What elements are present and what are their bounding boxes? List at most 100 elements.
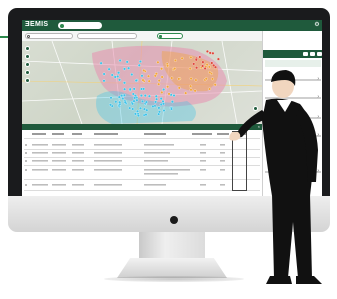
map-marker[interactable]: [131, 107, 135, 111]
map-marker[interactable]: [154, 100, 158, 104]
map-marker[interactable]: [130, 73, 134, 76]
panel-row[interactable]: [265, 79, 321, 81]
map-marker[interactable]: [123, 100, 127, 104]
map-marker[interactable]: [139, 106, 142, 110]
map-marker[interactable]: [157, 106, 161, 110]
map-marker[interactable]: [205, 49, 209, 53]
chevron-right-icon[interactable]: ›: [317, 94, 319, 100]
map-marker[interactable]: [144, 100, 148, 104]
map-marker[interactable]: [140, 74, 144, 78]
map-marker[interactable]: [147, 79, 151, 83]
chevron-right-icon[interactable]: ›: [317, 114, 319, 120]
map-marker[interactable]: [141, 99, 144, 103]
map-marker[interactable]: [177, 77, 181, 81]
map-marker[interactable]: [109, 103, 112, 107]
map-marker[interactable]: [172, 94, 176, 97]
map-marker[interactable]: [102, 72, 106, 76]
map-marker[interactable]: [107, 67, 111, 71]
map-marker[interactable]: [189, 55, 193, 59]
map-marker[interactable]: [155, 97, 159, 101]
map-marker[interactable]: [118, 100, 122, 104]
map-marker[interactable]: [132, 87, 136, 91]
map-marker[interactable]: [147, 94, 151, 98]
map-marker[interactable]: [127, 66, 131, 70]
map-marker[interactable]: [114, 100, 118, 104]
chevron-right-icon[interactable]: ›: [317, 76, 319, 82]
side-panel-subheader[interactable]: [265, 60, 321, 67]
map-marker[interactable]: [201, 60, 205, 64]
map-marker[interactable]: [198, 55, 202, 59]
layer-select[interactable]: [77, 33, 137, 39]
search-input[interactable]: [25, 33, 73, 39]
map-marker[interactable]: [162, 88, 166, 91]
map-marker[interactable]: [117, 95, 121, 99]
map-marker[interactable]: [170, 100, 174, 104]
map-marker[interactable]: [142, 68, 146, 72]
map-marker[interactable]: [151, 104, 155, 108]
panel-tool-3[interactable]: [317, 52, 322, 56]
map-marker[interactable]: [208, 70, 212, 74]
map-marker[interactable]: [166, 64, 170, 68]
map-marker[interactable]: [135, 98, 139, 102]
map-marker[interactable]: [141, 78, 145, 82]
gear-icon[interactable]: ⚙: [314, 22, 320, 28]
map-marker[interactable]: [211, 51, 215, 55]
filter-button[interactable]: [157, 33, 183, 39]
map-marker[interactable]: [216, 57, 220, 61]
top-pill-button[interactable]: [58, 22, 102, 29]
map-marker[interactable]: [160, 75, 164, 79]
map-marker[interactable]: [189, 88, 193, 92]
map-marker[interactable]: [109, 96, 113, 100]
map-marker[interactable]: [116, 74, 120, 78]
map-marker[interactable]: [157, 82, 161, 86]
map-marker[interactable]: [207, 65, 211, 69]
map-marker[interactable]: [204, 77, 208, 81]
map-marker[interactable]: [213, 83, 217, 87]
chevron-right-icon[interactable]: ›: [317, 168, 319, 174]
map-marker[interactable]: [210, 61, 214, 65]
map-tool-button-2[interactable]: [253, 115, 258, 120]
map-marker[interactable]: [184, 91, 188, 95]
map-marker[interactable]: [208, 87, 212, 91]
map-marker[interactable]: [211, 77, 214, 81]
panel-row[interactable]: [265, 117, 321, 119]
map-marker[interactable]: [128, 87, 132, 91]
map-marker[interactable]: [189, 84, 193, 88]
map-marker[interactable]: [159, 103, 163, 106]
map-marker[interactable]: [173, 67, 177, 71]
map-marker[interactable]: [131, 102, 134, 106]
map-marker[interactable]: [158, 110, 161, 114]
map-marker[interactable]: [134, 79, 138, 82]
map-marker[interactable]: [125, 60, 129, 64]
map-marker[interactable]: [170, 76, 174, 80]
map-marker[interactable]: [102, 79, 106, 83]
map-view[interactable]: [22, 40, 263, 125]
panel-tool-1[interactable]: [303, 52, 308, 56]
map-marker[interactable]: [136, 109, 139, 113]
map-marker[interactable]: [118, 59, 122, 62]
map-marker[interactable]: [173, 58, 177, 62]
map-marker[interactable]: [117, 71, 121, 75]
map-marker[interactable]: [201, 64, 205, 68]
map-marker[interactable]: [153, 74, 157, 78]
map-marker[interactable]: [193, 89, 197, 93]
map-marker[interactable]: [189, 77, 193, 81]
map-marker[interactable]: [167, 92, 171, 96]
map-marker[interactable]: [188, 67, 192, 71]
map-marker[interactable]: [131, 92, 135, 96]
map-marker[interactable]: [142, 107, 146, 111]
map-marker[interactable]: [121, 97, 125, 100]
map-marker[interactable]: [166, 85, 170, 89]
map-marker[interactable]: [154, 94, 158, 98]
map-marker[interactable]: [161, 99, 165, 103]
map-marker[interactable]: [133, 96, 137, 100]
zoom-out-button[interactable]: [25, 54, 30, 59]
map-marker[interactable]: [113, 75, 117, 79]
map-marker[interactable]: [137, 63, 141, 67]
map-marker[interactable]: [118, 78, 122, 82]
map-marker[interactable]: [156, 60, 160, 64]
map-marker[interactable]: [195, 66, 199, 70]
map-marker[interactable]: [139, 94, 143, 98]
map-marker[interactable]: [99, 61, 103, 65]
zoom-in-button[interactable]: [25, 46, 30, 51]
